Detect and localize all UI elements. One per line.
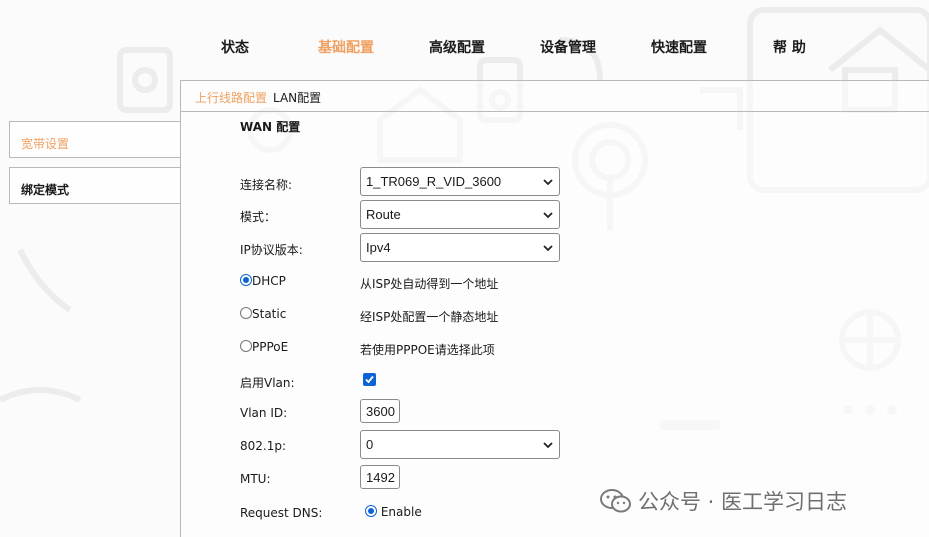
request-dns-label: Request DNS:	[240, 506, 323, 520]
sidebar-item-binding-mode[interactable]: 绑定模式	[9, 167, 180, 204]
radio-button[interactable]	[365, 505, 377, 517]
ip-version-select[interactable]: Ipv4	[360, 233, 560, 262]
radio-button[interactable]	[240, 307, 252, 319]
chevron-down-icon	[543, 212, 553, 219]
vlan-id-label: Vlan ID:	[240, 406, 288, 420]
radio-static[interactable]: Static	[240, 307, 286, 321]
nav-basic-config[interactable]: 基础配置	[318, 37, 374, 57]
mtu-label: MTU:	[240, 472, 271, 486]
radio-pppoe-label: PPPoE	[252, 340, 289, 354]
section-title: WAN 配置	[240, 120, 301, 134]
subnav-uplink-config[interactable]: 上行线路配置	[195, 89, 267, 106]
nav-device-management[interactable]: 设备管理	[540, 37, 596, 57]
chevron-down-icon	[543, 245, 553, 252]
watermark-text: 公众号 · 医工学习日志	[638, 490, 848, 514]
radio-pppoe[interactable]: PPPoE	[240, 340, 288, 354]
connection-name-label: 连接名称:	[240, 178, 293, 192]
ip-version-value: Ipv4	[366, 240, 391, 255]
mtu-input[interactable]: 1492	[360, 465, 400, 489]
dot1p-value: 0	[366, 437, 374, 452]
main-panel	[180, 80, 929, 537]
nav-status[interactable]: 状态	[221, 37, 249, 57]
mode-value: Route	[366, 207, 401, 222]
mode-label: 模式：	[240, 210, 277, 224]
wechat-icon	[600, 489, 631, 513]
radio-static-label: Static	[252, 307, 287, 321]
enable-vlan-label: 启用Vlan:	[240, 376, 295, 390]
nav-advanced-config[interactable]: 高级配置	[429, 37, 485, 57]
radio-pppoe-description: 若使用PPPOE请选择此项	[360, 343, 495, 357]
ip-version-label: IP协议版本:	[240, 243, 303, 257]
radio-button[interactable]	[240, 340, 252, 352]
radio-static-description: 经ISP处配置一个静态地址	[360, 310, 499, 324]
request-dns-enable-radio[interactable]: Enable	[365, 505, 422, 519]
checkmark-icon	[365, 375, 374, 384]
connection-name-select[interactable]: 1_TR069_R_VID_3600	[360, 167, 560, 196]
mode-select[interactable]: Route	[360, 200, 560, 229]
radio-dhcp[interactable]: DHCP	[240, 274, 286, 288]
request-dns-enable-label: Enable	[380, 505, 422, 519]
top-navigation: 状态 基础配置 高级配置 设备管理 快速配置 帮 助	[0, 28, 929, 62]
sub-navigation: 上行线路配置 LAN配置	[180, 80, 929, 112]
dot1p-label: 802.1p:	[240, 439, 287, 453]
watermark: 公众号 · 医工学习日志	[600, 486, 847, 514]
enable-vlan-checkbox[interactable]	[363, 373, 376, 386]
subnav-lan-config[interactable]: LAN配置	[273, 89, 321, 106]
vlan-id-input[interactable]: 3600	[360, 399, 400, 423]
nav-help[interactable]: 帮 助	[773, 37, 806, 57]
chevron-down-icon	[543, 179, 553, 186]
sidebar-item-broadband[interactable]: 宽带设置	[9, 121, 180, 158]
radio-button[interactable]	[240, 274, 252, 286]
nav-quick-config[interactable]: 快速配置	[651, 37, 707, 57]
radio-dhcp-label: DHCP	[252, 274, 286, 288]
radio-dhcp-description: 从ISP处自动得到一个地址	[360, 277, 499, 291]
chevron-down-icon	[543, 442, 553, 449]
connection-name-value: 1_TR069_R_VID_3600	[366, 174, 502, 189]
dot1p-select[interactable]: 0	[360, 430, 560, 459]
